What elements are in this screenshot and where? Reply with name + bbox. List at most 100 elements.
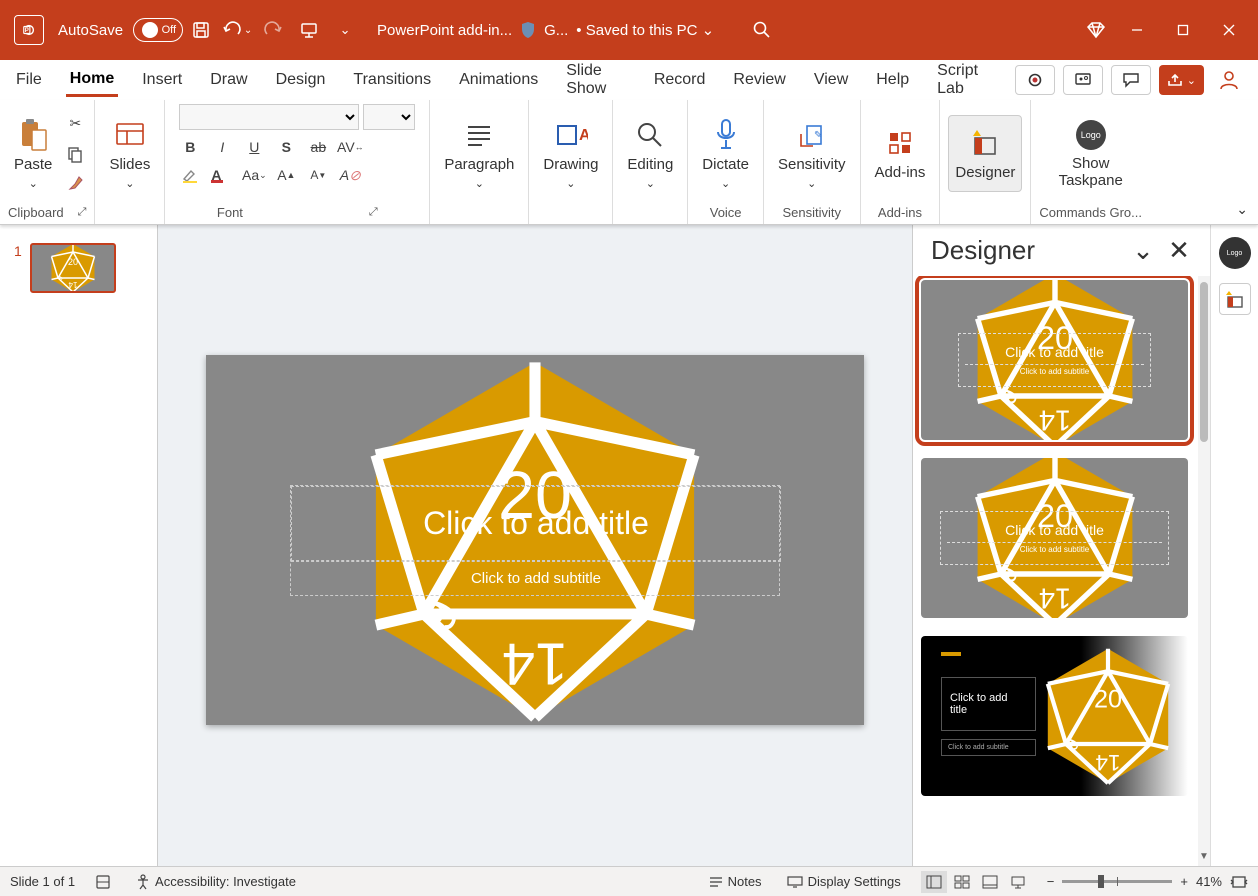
zoom-value[interactable]: 41% (1196, 874, 1222, 889)
display-settings-button[interactable]: Display Settings (782, 874, 905, 889)
underline-button[interactable]: U (243, 136, 265, 158)
copy-button[interactable] (64, 143, 86, 165)
tab-review[interactable]: Review (729, 65, 789, 95)
tab-draw[interactable]: Draw (206, 65, 251, 95)
slide-thumbnail-1[interactable] (30, 243, 116, 293)
show-taskpane-button[interactable]: LogoShow Taskpane (1053, 114, 1129, 193)
addins-button[interactable]: Add-ins (869, 122, 932, 185)
work-area: 1 Click to add title Click to add subtit… (0, 225, 1258, 866)
undo-button[interactable]: ⌄ (219, 12, 255, 48)
highlight-button[interactable] (179, 164, 201, 186)
normal-view-button[interactable] (921, 871, 947, 893)
sensitivity-button[interactable]: ✎Sensitivity⌄ (772, 114, 852, 194)
title-placeholder[interactable]: Click to add title (291, 486, 781, 561)
tab-record[interactable]: Record (650, 65, 710, 95)
commands-group: LogoShow Taskpane Commands Gro... (1031, 100, 1150, 224)
present-button[interactable] (291, 12, 327, 48)
minimize-button[interactable] (1114, 0, 1160, 60)
zoom-out-button[interactable]: − (1047, 874, 1055, 889)
zoom-in-button[interactable]: + (1180, 874, 1188, 889)
search-button[interactable] (744, 12, 780, 48)
strike-button[interactable]: ab (307, 136, 329, 158)
autosave-state: Off (162, 24, 176, 36)
tab-design[interactable]: Design (272, 65, 330, 95)
bold-button[interactable]: B (179, 136, 201, 158)
tab-file[interactable]: File (12, 65, 46, 95)
ribbon-collapse-button[interactable]: ⌄ (1236, 201, 1248, 218)
dictate-button[interactable]: Dictate⌄ (696, 114, 755, 194)
title-bar: P AutoSave Off ⌄ ⌄ PowerPoint add-in... … (0, 0, 1258, 60)
share-button[interactable]: ⌄ (1159, 65, 1204, 95)
grow-font-button[interactable]: A▲ (275, 164, 297, 186)
ribbon: Paste⌄ ✂ Clipboard ⤢ Slides⌄ B (0, 100, 1258, 225)
close-button[interactable] (1206, 0, 1252, 60)
voice-label: Voice (710, 203, 742, 222)
tab-insert[interactable]: Insert (138, 65, 186, 95)
premium-icon[interactable] (1078, 12, 1114, 48)
qat-more-button[interactable]: ⌄ (327, 12, 363, 48)
fit-button[interactable] (1230, 874, 1248, 890)
paragraph-button[interactable]: Paragraph⌄ (438, 114, 520, 194)
slideshow-view-button[interactable] (1005, 871, 1031, 893)
font-size-select[interactable] (363, 104, 415, 130)
paragraph-group: Paragraph⌄ (430, 100, 529, 224)
tab-home[interactable]: Home (66, 64, 118, 97)
camera-button[interactable] (1015, 65, 1055, 95)
pane-scrollbar[interactable]: ▼ (1198, 276, 1210, 866)
guard-label: G... (544, 22, 568, 39)
comments-button[interactable] (1111, 65, 1151, 95)
redo-button[interactable] (255, 12, 291, 48)
pane-collapse-button[interactable]: ⌄ (1130, 238, 1156, 264)
thumb-number: 1 (14, 243, 22, 293)
app-icon: P (14, 15, 44, 45)
side-designer-button[interactable] (1219, 283, 1251, 315)
notes-button[interactable]: Notes (704, 874, 766, 889)
font-family-select[interactable] (179, 104, 359, 130)
accessibility-button[interactable]: Accessibility: Investigate (131, 874, 300, 890)
svg-text:P: P (25, 27, 29, 34)
tab-animations[interactable]: Animations (455, 65, 542, 95)
shadow-button[interactable]: S (275, 136, 297, 158)
spacing-button[interactable]: AV↔ (339, 136, 361, 158)
clear-format-button[interactable]: A⊘ (339, 164, 361, 186)
clipboard-launcher[interactable]: ⤢ (78, 206, 87, 219)
maximize-button[interactable] (1160, 0, 1206, 60)
drawing-button[interactable]: ADrawing⌄ (537, 114, 604, 194)
zoom-slider[interactable] (1062, 880, 1172, 883)
design-suggestion-2[interactable]: Click to add titleClick to add subtitle (921, 458, 1188, 618)
slide-counter[interactable]: Slide 1 of 1 (10, 874, 75, 889)
subtitle-placeholder[interactable]: Click to add subtitle (291, 561, 781, 595)
slides-button[interactable]: Slides⌄ (103, 114, 156, 194)
change-case-button[interactable]: Aa⌄ (243, 164, 265, 186)
teams-button[interactable] (1063, 65, 1103, 95)
editing-button[interactable]: Editing⌄ (621, 114, 679, 194)
design-suggestion-3[interactable]: Click to add title Click to add subtitle (921, 636, 1188, 796)
font-launcher[interactable]: ⤢ (369, 206, 378, 219)
paste-button[interactable]: Paste⌄ (8, 114, 58, 194)
side-logo-button[interactable]: Logo (1219, 237, 1251, 269)
saved-indicator[interactable]: • Saved to this PC ⌄ (576, 21, 714, 39)
language-button[interactable] (91, 874, 115, 890)
tab-help[interactable]: Help (872, 65, 913, 95)
slide-canvas[interactable]: Click to add title Click to add subtitle (158, 225, 912, 866)
autosave-toggle[interactable]: AutoSave Off (58, 18, 183, 42)
tab-transitions[interactable]: Transitions (349, 65, 435, 95)
sensitivity-group: ✎Sensitivity⌄ Sensitivity (764, 100, 861, 224)
tab-script-lab[interactable]: Script Lab (933, 56, 995, 104)
font-color-button[interactable]: A (211, 164, 233, 186)
reading-view-button[interactable] (977, 871, 1003, 893)
shrink-font-button[interactable]: A▼ (307, 164, 329, 186)
tab-view[interactable]: View (810, 65, 852, 95)
design-suggestion-1[interactable]: Click to add titleClick to add subtitle (921, 280, 1188, 440)
account-button[interactable] (1212, 69, 1246, 91)
tab-slide-show[interactable]: Slide Show (562, 56, 630, 104)
slide[interactable]: Click to add title Click to add subtitle (206, 355, 864, 725)
pane-close-button[interactable]: ✕ (1166, 238, 1192, 264)
cut-button[interactable]: ✂ (64, 113, 86, 135)
format-painter-button[interactable] (64, 173, 86, 195)
commands-label: Commands Gro... (1039, 203, 1142, 222)
designer-button[interactable]: Designer (948, 115, 1022, 192)
sorter-view-button[interactable] (949, 871, 975, 893)
save-button[interactable] (183, 12, 219, 48)
italic-button[interactable]: I (211, 136, 233, 158)
